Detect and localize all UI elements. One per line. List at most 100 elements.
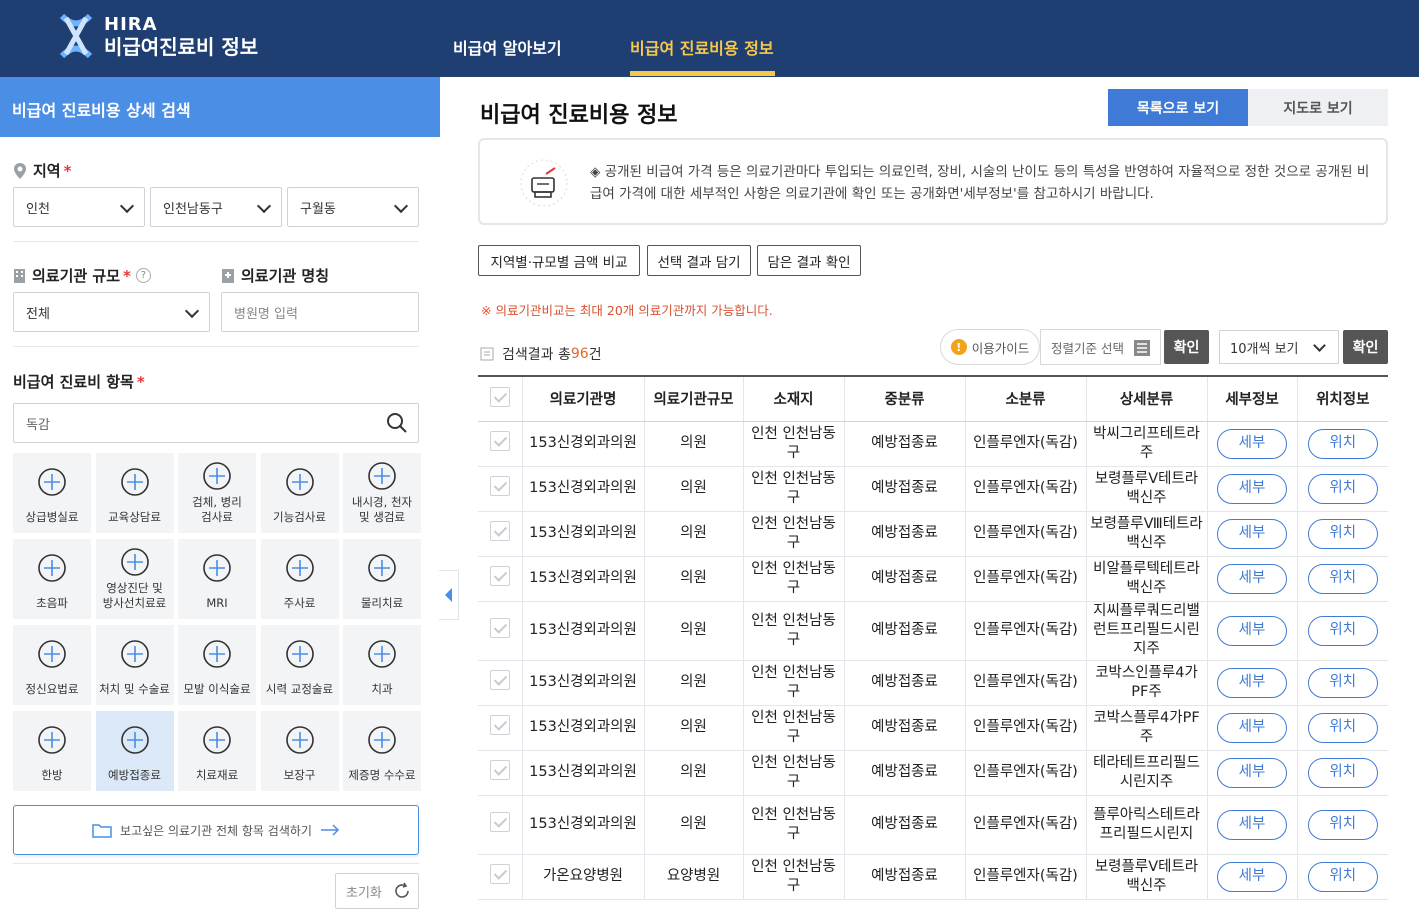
col-header[interactable]: 소분류 — [964, 375, 1086, 422]
map-view-button[interactable]: 지도로 보기 — [1248, 89, 1388, 126]
cell-name: 153신경외과의원 — [521, 795, 644, 855]
location-button[interactable]: 위치 — [1307, 861, 1378, 892]
nav-about-noncovered[interactable]: 비급여 알아보기 — [453, 35, 562, 59]
category-tile[interactable]: 기능검사료 — [260, 453, 339, 533]
help-icon[interactable]: ? — [135, 268, 151, 283]
view-saved-button[interactable]: 담은 결과 확인 — [757, 245, 861, 276]
category-label: 치료재료 — [195, 768, 239, 783]
row-checkbox[interactable] — [489, 475, 510, 496]
category-tile[interactable]: 교육상담료 — [95, 453, 174, 533]
row-checkbox[interactable] — [489, 617, 510, 638]
detail-button[interactable]: 세부 — [1217, 757, 1287, 788]
detail-button[interactable]: 세부 — [1217, 667, 1287, 698]
location-button[interactable]: 위치 — [1307, 712, 1378, 743]
row-select-cell — [478, 421, 522, 467]
sidebar-collapse-toggle[interactable] — [439, 570, 459, 620]
category-tile[interactable]: 모발 이식술료 — [178, 625, 256, 705]
reset-button[interactable]: 초기화 — [335, 873, 419, 909]
row-checkbox[interactable] — [489, 811, 510, 832]
category-tile[interactable]: 처치 및 수술료 — [95, 625, 174, 705]
cell-loc: 인천 인천남동구 — [742, 795, 844, 855]
region-city-select[interactable]: 인천 — [13, 187, 145, 227]
category-tile[interactable]: 치과 — [343, 625, 421, 705]
col-header[interactable]: 의료기관명 — [521, 375, 644, 422]
location-button[interactable]: 위치 — [1307, 428, 1378, 459]
nav-cost-info[interactable]: 비급여 진료비용 정보 — [630, 35, 774, 59]
detail-button[interactable]: 세부 — [1217, 428, 1287, 459]
row-checkbox[interactable] — [489, 759, 510, 780]
row-checkbox[interactable] — [489, 520, 510, 541]
detail-button[interactable]: 세부 — [1217, 861, 1287, 892]
select-all-checkbox[interactable] — [489, 386, 510, 407]
row-checkbox[interactable] — [489, 430, 510, 451]
cell-loc: 인천 인천남동구 — [742, 705, 844, 751]
category-tile[interactable]: 영상진단 및 방사선치료료 — [95, 539, 174, 619]
col-header[interactable]: 의료기관규모 — [643, 375, 743, 422]
category-tile[interactable]: 정신요법료 — [13, 625, 91, 705]
per-page-select[interactable]: 10개씩 보기 — [1219, 330, 1339, 364]
sort-confirm-button[interactable]: 확인 — [1164, 330, 1209, 364]
detail-button[interactable]: 세부 — [1217, 518, 1287, 549]
category-tile[interactable]: 시력 교정술료 — [260, 625, 339, 705]
per-page-confirm-button[interactable]: 확인 — [1343, 330, 1388, 364]
category-tile[interactable]: 내시경, 천자 및 생검료 — [343, 453, 421, 533]
category-tile[interactable]: 보장구 — [260, 711, 339, 791]
cell-scale: 의원 — [643, 466, 743, 512]
scale-select[interactable]: 전체 — [13, 292, 210, 332]
pathology-icon — [203, 462, 231, 490]
category-tile[interactable]: 상급병실료 — [13, 453, 91, 533]
cell-mid: 예방접종료 — [843, 421, 965, 467]
usage-guide-button[interactable]: ! 이용가이드 — [940, 329, 1040, 365]
location-button[interactable]: 위치 — [1307, 615, 1378, 646]
detail-button[interactable]: 세부 — [1217, 809, 1287, 840]
detail-cell: 세부 — [1206, 660, 1297, 706]
category-tile[interactable]: 한방 — [13, 711, 91, 791]
category-tile[interactable]: 치료재료 — [178, 711, 256, 791]
row-checkbox[interactable] — [489, 669, 510, 690]
location-button[interactable]: 위치 — [1307, 757, 1378, 788]
compare-region-button[interactable]: 지역별·규모별 금액 비교 — [478, 245, 640, 276]
col-header[interactable]: 중분류 — [843, 375, 965, 422]
location-button[interactable]: 위치 — [1307, 473, 1378, 504]
list-view-button[interactable]: 목록으로 보기 — [1108, 89, 1248, 126]
row-checkbox[interactable] — [489, 714, 510, 735]
search-all-items-button[interactable]: 보고싶은 의료기관 전체 항목 검색하기 — [13, 805, 419, 855]
category-tile[interactable]: 검체, 병리 검사료 — [178, 453, 256, 533]
row-checkbox[interactable] — [489, 565, 510, 586]
cell-name: 153신경외과의원 — [521, 660, 644, 706]
col-header[interactable]: 소재지 — [742, 375, 844, 422]
detail-button[interactable]: 세부 — [1217, 563, 1287, 594]
category-tile[interactable]: MRI — [178, 539, 256, 619]
add-selection-button[interactable]: 선택 결과 담기 — [647, 245, 751, 276]
category-label: 상급병실료 — [25, 510, 79, 525]
category-tile[interactable]: 물리치료 — [343, 539, 421, 619]
location-button[interactable]: 위치 — [1307, 563, 1378, 594]
detail-button[interactable]: 세부 — [1217, 615, 1287, 646]
category-tile[interactable]: 주사료 — [260, 539, 339, 619]
cell-detail: 보령플루Ⅷ테트라백신주 — [1085, 511, 1207, 557]
hira-logo-icon — [59, 13, 93, 59]
location-button[interactable]: 위치 — [1307, 518, 1378, 549]
category-label: 물리치료 — [360, 596, 404, 611]
category-tile[interactable]: 초음파 — [13, 539, 91, 619]
certificate-icon — [368, 726, 396, 754]
sort-select[interactable]: 정렬기준 선택 — [1040, 329, 1161, 365]
search-icon[interactable] — [386, 412, 408, 434]
location-cell: 위치 — [1296, 511, 1388, 557]
col-header[interactable]: 상세분류 — [1085, 375, 1207, 422]
location-button[interactable]: 위치 — [1307, 667, 1378, 698]
row-checkbox[interactable] — [489, 863, 510, 884]
region-district-select[interactable]: 인천남동구 — [150, 187, 282, 227]
category-tile[interactable]: 예방접종료 — [95, 711, 174, 791]
hira-logo[interactable]: HIRA 비급여진료비 정보 — [58, 12, 258, 60]
hospital-name-input[interactable]: 병원명 입력 — [221, 292, 419, 332]
detail-button[interactable]: 세부 — [1217, 712, 1287, 743]
item-search-input[interactable]: 독감 — [13, 403, 419, 443]
location-button[interactable]: 위치 — [1307, 809, 1378, 840]
region-dong-select[interactable]: 구월동 — [287, 187, 419, 227]
detail-button[interactable]: 세부 — [1217, 473, 1287, 504]
compare-limit-warning: ※ 의료기관비교는 최대 20개 의료기관까지 가능합니다. — [481, 303, 773, 318]
detail-cell: 세부 — [1206, 854, 1297, 900]
category-tile[interactable]: 제증명 수수료 — [343, 711, 421, 791]
logo-line2: 비급여진료비 정보 — [104, 34, 259, 59]
